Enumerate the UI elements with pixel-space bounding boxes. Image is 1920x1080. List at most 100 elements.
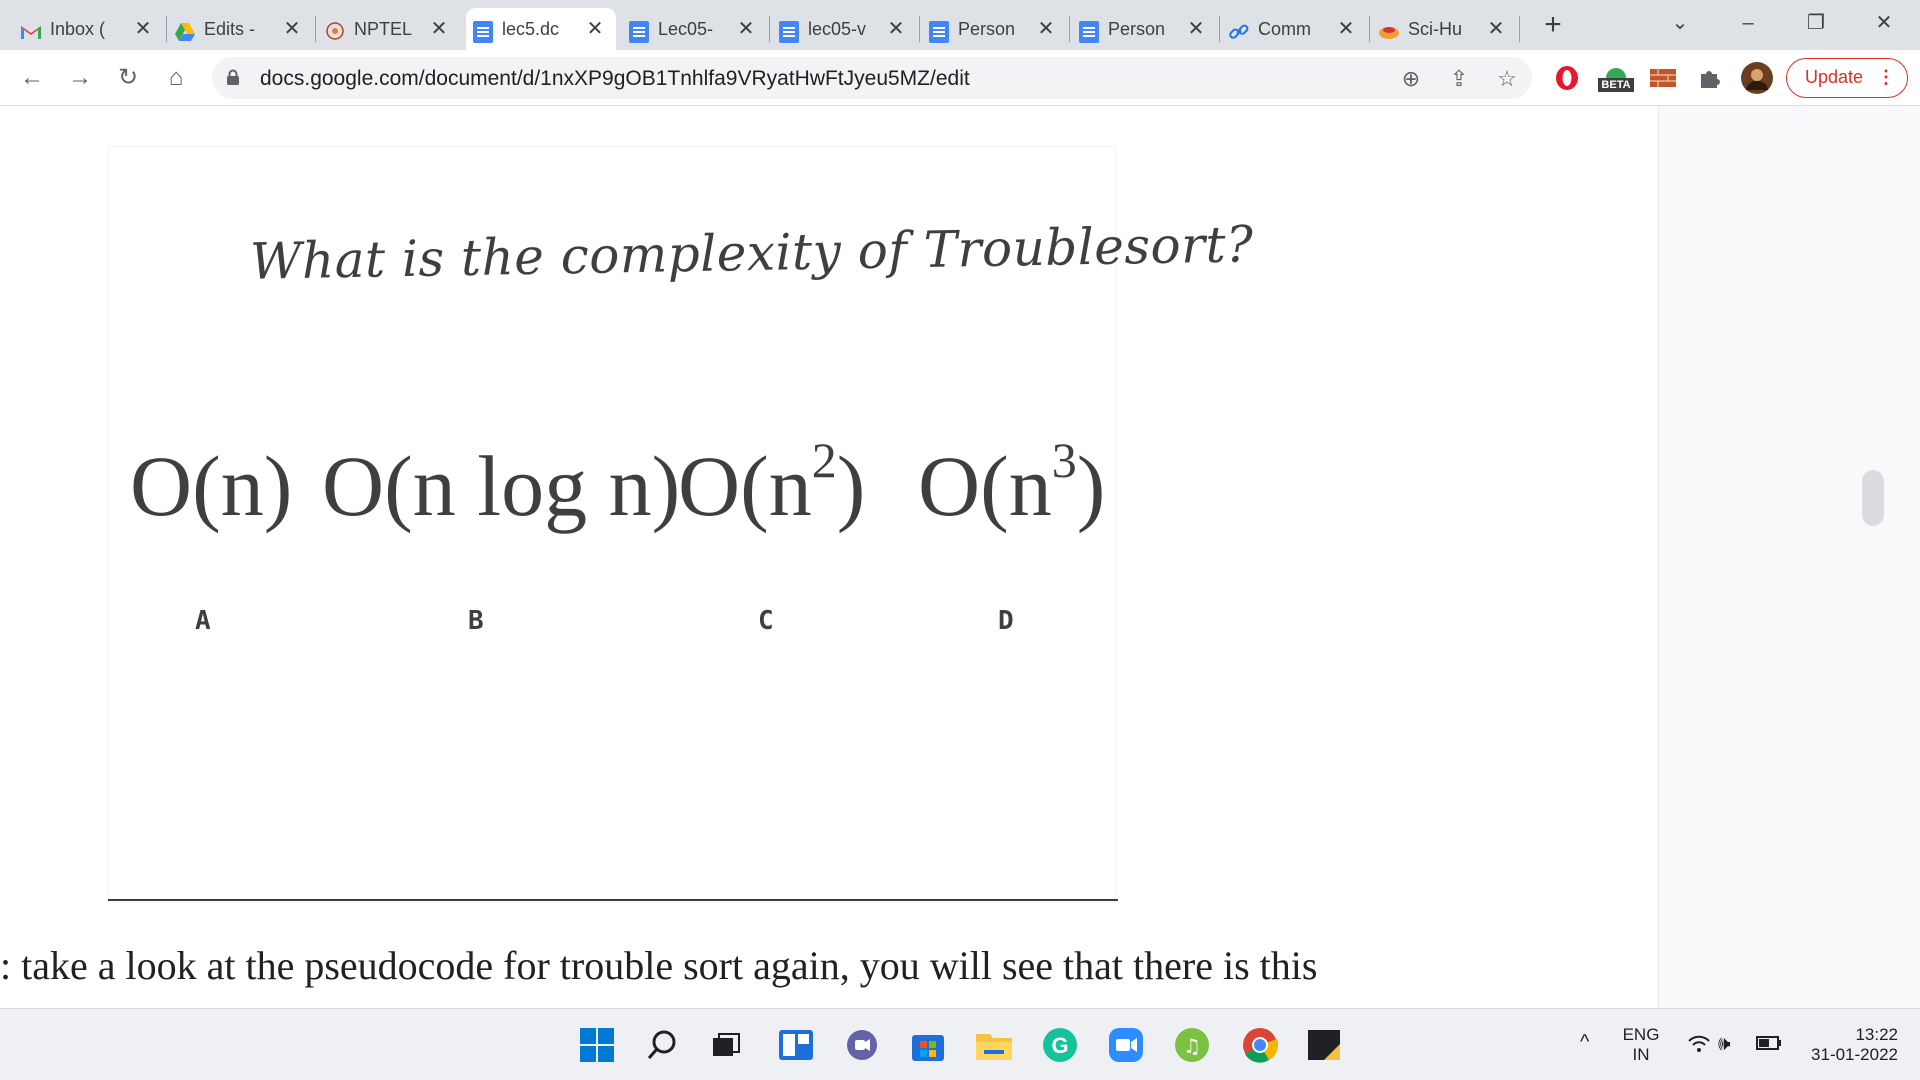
tab-separator (315, 16, 316, 42)
teams-chat-icon[interactable] (842, 1025, 882, 1065)
google-docs-icon (928, 21, 950, 43)
tab-separator (919, 16, 920, 42)
opera-extension-icon[interactable] (1550, 62, 1584, 94)
tab-search-chevron-icon[interactable]: ⌄ (1660, 6, 1700, 40)
restore-button[interactable]: ❐ (1796, 6, 1836, 40)
share-icon[interactable]: ⇪ (1446, 66, 1472, 92)
close-icon[interactable]: ✕ (885, 18, 907, 40)
volume-icon[interactable]: 🕪 (1718, 1033, 1731, 1056)
wifi-icon[interactable] (1688, 1035, 1710, 1059)
chrome-icon[interactable] (1236, 1025, 1284, 1065)
google-docs-icon (628, 21, 650, 43)
beta-badge: BETA (1598, 78, 1634, 92)
tab-label: NPTEL (354, 18, 413, 39)
zoom-app-icon[interactable] (1106, 1025, 1146, 1065)
google-docs-icon (778, 21, 800, 43)
option-d-expression: O(n3) (918, 432, 1106, 534)
scrollbar-thumb[interactable] (1862, 470, 1884, 526)
puzzle-extensions-icon[interactable] (1694, 62, 1724, 94)
option-a-letter: A (195, 606, 211, 636)
show-hidden-icons-chevron-icon[interactable]: ^ (1580, 1031, 1589, 1054)
close-icon[interactable]: ✕ (1185, 18, 1207, 40)
grammarly-icon[interactable]: G (1040, 1025, 1080, 1065)
back-button[interactable]: ← (16, 62, 48, 94)
tab-label: Person (1108, 18, 1166, 39)
tab-lec05-v[interactable]: lec05-v ✕ (772, 8, 917, 50)
update-label: Update (1805, 67, 1864, 87)
windows-start-icon[interactable] (577, 1025, 617, 1065)
battery-icon[interactable] (1756, 1035, 1782, 1056)
language-indicator[interactable]: ENG IN (1618, 1025, 1664, 1065)
tab-label: Inbox ( (50, 18, 106, 39)
document-area: What is the complexity of Troublesort? O… (0, 106, 1658, 1008)
option-c-letter: C (758, 606, 774, 636)
close-window-button[interactable]: ✕ (1864, 6, 1904, 40)
svg-text:G: G (1051, 1033, 1068, 1058)
lock-icon (226, 69, 240, 85)
tab-label: lec5.dc (502, 18, 560, 39)
new-tab-button[interactable]: + (1537, 10, 1569, 42)
minimize-button[interactable]: – (1728, 6, 1768, 40)
microsoft-store-icon[interactable] (908, 1025, 948, 1065)
tab-scihub[interactable]: Sci-Hu ✕ (1372, 8, 1517, 50)
tab-label: Person (958, 18, 1016, 39)
tab-lec05[interactable]: Lec05- ✕ (622, 8, 767, 50)
music-app-icon[interactable]: ♫ (1172, 1025, 1212, 1065)
sticky-notes-icon[interactable] (1304, 1025, 1344, 1065)
clock-date: 31-01-2022 (1811, 1045, 1898, 1064)
tab-edits[interactable]: Edits - ✕ (168, 8, 313, 50)
option-d-letter: D (998, 606, 1014, 636)
update-button[interactable]: Update ⋮ (1786, 58, 1908, 98)
language-region: IN (1632, 1045, 1650, 1064)
reload-button[interactable]: ↻ (112, 62, 144, 94)
task-view-icon[interactable] (706, 1025, 746, 1065)
file-explorer-icon[interactable] (974, 1025, 1014, 1065)
close-icon[interactable]: ✕ (281, 18, 303, 40)
tab-label: Edits - (204, 18, 256, 39)
url-text: docs.google.com/document/d/1nxXP9gOB1Tnh… (260, 67, 970, 90)
clock-time: 13:22 (1855, 1025, 1898, 1044)
close-icon[interactable]: ✕ (1035, 18, 1057, 40)
language-code: ENG (1622, 1025, 1660, 1044)
option-a-expression: O(n) (130, 438, 293, 534)
taskbar: G ♫ ^ ENG IN 🕪 13:22 31-01-2022 (0, 1008, 1920, 1080)
beta-extension-icon[interactable]: BETA (1594, 62, 1638, 94)
widgets-icon[interactable] (776, 1025, 816, 1065)
close-icon[interactable]: ✕ (132, 18, 154, 40)
tab-label: Lec05- (658, 18, 714, 39)
bookmark-star-icon[interactable]: ☆ (1494, 66, 1520, 92)
tab-lec5-doc[interactable]: lec5.dc ✕ (466, 8, 616, 50)
close-icon[interactable]: ✕ (1485, 18, 1507, 40)
option-c-expression: O(n2) (678, 432, 866, 534)
tab-comm[interactable]: Comm ✕ (1222, 8, 1367, 50)
address-bar[interactable]: docs.google.com/document/d/1nxXP9gOB1Tnh… (212, 57, 1532, 99)
google-drive-icon (174, 21, 196, 43)
option-b-letter: B (468, 606, 484, 636)
tab-separator (166, 16, 167, 42)
more-menu-icon[interactable]: ⋮ (1877, 59, 1895, 96)
option-b-expression: O(n log n) (322, 438, 681, 534)
search-icon[interactable] (643, 1025, 683, 1065)
document-text-line[interactable]: : take a look at the pseudocode for trou… (0, 942, 1317, 989)
link-icon (1228, 21, 1250, 43)
clock[interactable]: 13:22 31-01-2022 (1798, 1025, 1898, 1065)
zoom-icon[interactable]: ⊕ (1398, 66, 1424, 92)
scihub-icon (1378, 21, 1400, 43)
home-button[interactable]: ⌂ (160, 62, 192, 94)
tab-separator (1069, 16, 1070, 42)
tab-separator (1519, 16, 1520, 42)
tab-label: Sci-Hu (1408, 18, 1463, 39)
close-icon[interactable]: ✕ (1335, 18, 1357, 40)
close-icon[interactable]: ✕ (428, 18, 450, 40)
close-icon[interactable]: ✕ (735, 18, 757, 40)
google-docs-icon (1078, 21, 1100, 43)
avatar[interactable] (1740, 62, 1774, 94)
tab-person-1[interactable]: Person ✕ (922, 8, 1067, 50)
tab-nptel[interactable]: NPTEL ✕ (318, 8, 460, 50)
svg-text:♫: ♫ (1183, 1034, 1201, 1058)
tab-person-2[interactable]: Person ✕ (1072, 8, 1217, 50)
close-icon[interactable]: ✕ (584, 18, 606, 40)
forward-button[interactable]: → (64, 62, 96, 94)
tab-inbox[interactable]: Inbox ( ✕ (14, 8, 164, 50)
brick-extension-icon[interactable] (1648, 62, 1678, 94)
